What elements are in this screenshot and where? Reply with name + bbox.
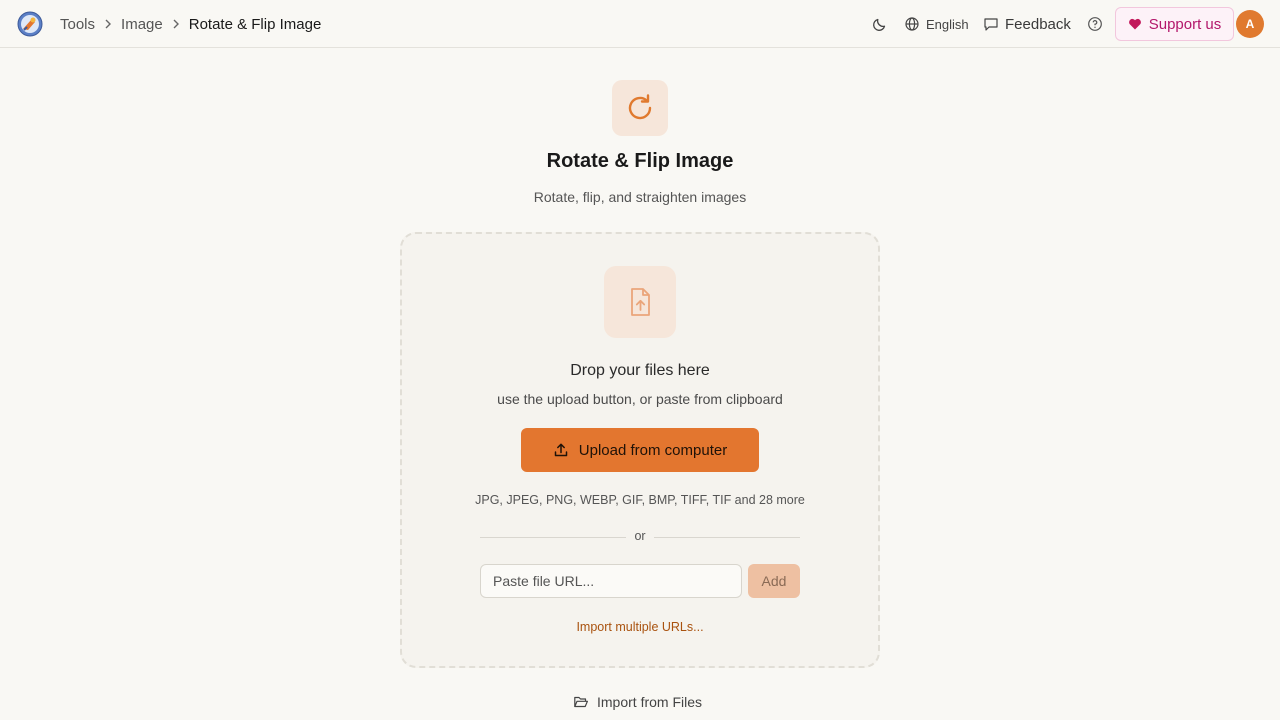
page-title: Rotate & Flip Image <box>546 150 734 172</box>
divider-left <box>480 537 626 538</box>
file-dropzone[interactable]: Drop your files here use the upload butt… <box>400 232 880 668</box>
divider-or: or <box>634 529 646 543</box>
breadcrumb-tools[interactable]: Tools <box>60 16 95 33</box>
moon-icon <box>873 18 886 31</box>
folder-open-icon <box>574 696 588 708</box>
file-url-input[interactable] <box>480 564 742 598</box>
supported-formats: JPG, JPEG, PNG, WEBP, GIF, BMP, TIFF, TI… <box>475 493 805 507</box>
feedback-label: Feedback <box>1005 15 1071 33</box>
language-label: English <box>926 16 969 32</box>
page-subtitle: Rotate, flip, and straighten images <box>533 189 747 205</box>
import-from-files-label: Import from Files <box>597 694 703 710</box>
import-from-files-button[interactable]: Import from Files <box>573 692 702 712</box>
dropzone-subtitle: use the upload button, or paste from cli… <box>497 391 783 407</box>
globe-icon <box>905 17 919 31</box>
upload-button-label: Upload from computer <box>578 441 728 459</box>
breadcrumb: Tools Image Rotate & Flip Image <box>60 0 321 48</box>
breadcrumb-current: Rotate & Flip Image <box>188 15 322 33</box>
help-button[interactable] <box>1087 12 1103 36</box>
top-bar: Tools Image Rotate & Flip Image English … <box>0 0 1280 48</box>
divider-right <box>654 537 800 538</box>
add-url-button[interactable]: Add <box>748 564 800 598</box>
message-square-icon <box>984 18 998 31</box>
user-avatar[interactable]: A <box>1236 10 1264 38</box>
dropzone-title: Drop your files here <box>570 362 710 379</box>
breadcrumb-image[interactable]: Image <box>121 16 163 33</box>
language-selector[interactable]: English <box>904 12 969 36</box>
rotate-cw-icon <box>612 80 668 136</box>
feedback-button[interactable]: Feedback <box>983 12 1071 36</box>
file-upload-icon <box>604 266 676 338</box>
upload-icon <box>554 443 568 457</box>
chevron-right-icon <box>101 17 115 31</box>
heart-icon <box>1128 18 1141 30</box>
support-us-button[interactable]: Support us <box>1115 7 1234 41</box>
theme-toggle-button[interactable] <box>872 12 888 36</box>
support-us-label: Support us <box>1148 15 1222 33</box>
app-logo-icon[interactable] <box>17 11 43 37</box>
chevron-right-icon <box>169 17 183 31</box>
help-circle-icon <box>1088 17 1102 31</box>
upload-from-computer-button[interactable]: Upload from computer <box>521 428 759 472</box>
import-multiple-urls-link[interactable]: Import multiple URLs... <box>402 620 878 634</box>
